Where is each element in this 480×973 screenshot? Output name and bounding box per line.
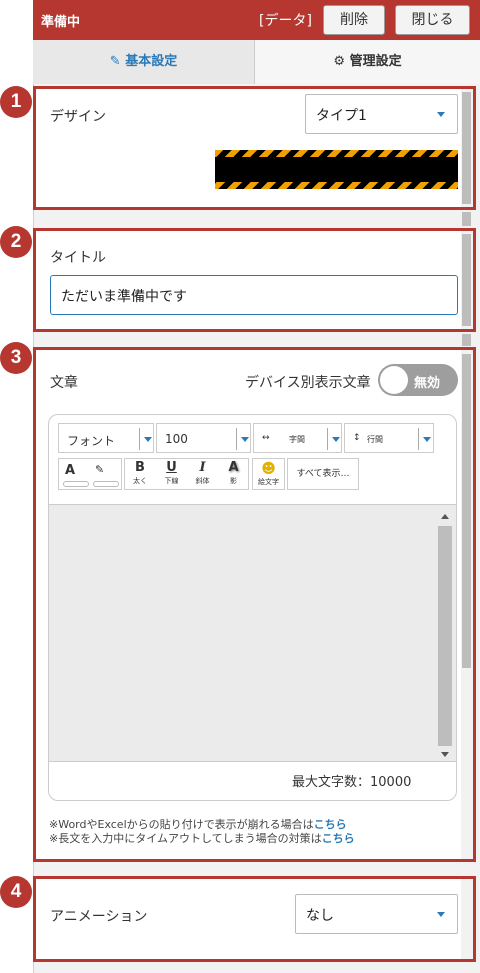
delete-button[interactable]: 削除 — [323, 5, 385, 35]
annotation-frame-1 — [33, 86, 476, 210]
annotation-badge-2: 2 — [0, 226, 32, 258]
annotation-frame-2 — [33, 228, 476, 332]
annotation-frame-4 — [33, 876, 476, 962]
annotation-frame-3 — [33, 347, 476, 862]
panel-header: 準備中 [データ] 削除 閉じる — [33, 0, 480, 40]
data-tag: [データ] — [259, 13, 312, 29]
gear-icon: ⚙ — [333, 54, 346, 69]
scrollbar[interactable] — [462, 212, 471, 226]
tab-basic-settings[interactable]: ✎ 基本設定 — [33, 40, 255, 84]
edit-icon: ✎ — [109, 54, 121, 69]
panel-title: 準備中 — [41, 15, 81, 30]
annotation-badge-1: 1 — [0, 86, 32, 118]
tab-label: 基本設定 — [125, 54, 178, 69]
annotation-badge-3: 3 — [0, 342, 32, 374]
annotation-badge-4: 4 — [0, 876, 32, 908]
tab-label: 管理設定 — [349, 54, 402, 69]
scrollbar[interactable] — [462, 334, 471, 346]
tab-bar: ✎ 基本設定 ⚙ 管理設定 — [33, 40, 480, 84]
tab-admin-settings[interactable]: ⚙ 管理設定 — [255, 40, 480, 84]
close-button[interactable]: 閉じる — [395, 5, 470, 35]
